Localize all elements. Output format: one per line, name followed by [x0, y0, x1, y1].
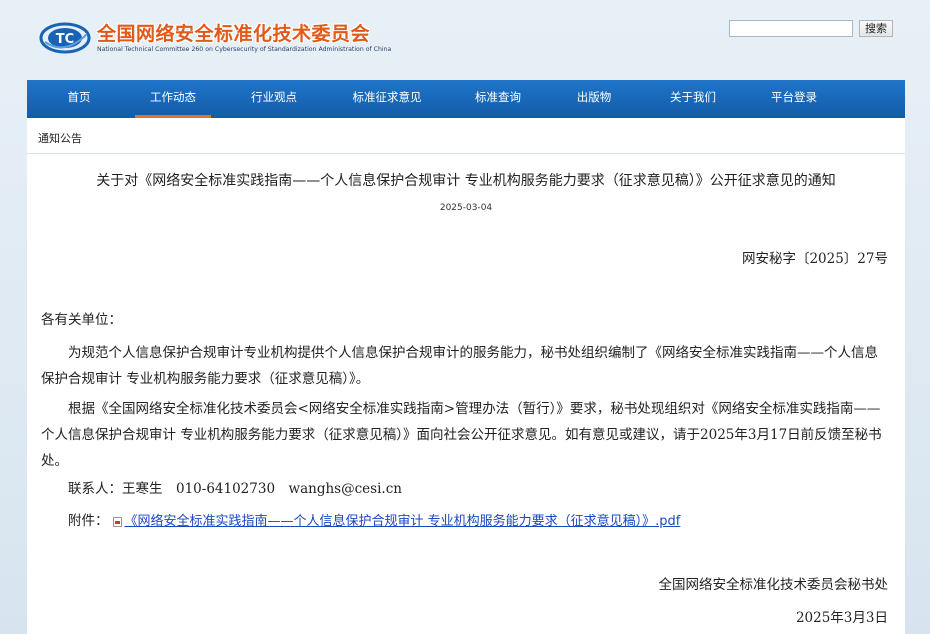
document-number: 网安秘字〔2025〕27号	[741, 251, 888, 267]
attachment-label: 附件：	[68, 513, 109, 529]
nav-item-platform-login[interactable]: 平台登录	[770, 80, 818, 118]
paragraph-2: 根据《全国网络安全标准化技术委员会<网络安全标准实践指南>管理办法（暂行）》要求…	[41, 401, 882, 469]
attachment-link[interactable]: 《网络安全标准实践指南——个人信息保护合规审计 专业机构服务能力要求（征求意见稿…	[125, 514, 681, 529]
search-button[interactable]: 搜索	[859, 20, 893, 37]
site-logo[interactable]: TC 全国网络安全标准化技术委员会 National Technical Com…	[39, 18, 391, 58]
contact-info: 联系人：王寒生 010-64102730 wanghs@cesi.cn	[68, 481, 402, 497]
main-nav: 首页 工作动态 行业观点 标准征求意见 标准查询 出版物 关于我们 平台登录	[27, 80, 905, 118]
logo-title: 全国网络安全标准化技术委员会	[97, 22, 371, 45]
nav-item-standard-query[interactable]: 标准查询	[474, 80, 522, 118]
article-date: 2025-03-04	[439, 203, 493, 213]
nav-item-about-us[interactable]: 关于我们	[669, 80, 717, 118]
article-title: 关于对《网络安全标准实践指南——个人信息保护合规审计 专业机构服务能力要求（征求…	[96, 173, 836, 189]
breadcrumb-current[interactable]: 通知公告	[38, 130, 82, 146]
svg-text:TC: TC	[56, 32, 74, 47]
logo-subtitle: National Technical Committee 260 on Cybe…	[97, 45, 392, 53]
nav-item-standard-comments[interactable]: 标准征求意见	[351, 80, 423, 118]
breadcrumb: 通知公告	[27, 118, 905, 154]
nav-item-industry-views[interactable]: 行业观点	[250, 80, 298, 118]
signature-date: 2025年3月3日	[795, 610, 888, 626]
search-input[interactable]	[729, 20, 853, 37]
nav-item-work-news[interactable]: 工作动态	[135, 80, 211, 118]
main-content: 通知公告 关于对《网络安全标准实践指南——个人信息保护合规审计 专业机构服务能力…	[27, 118, 905, 634]
nav-item-home[interactable]: 首页	[67, 80, 91, 118]
paragraph-1: 为规范个人信息保护合规审计专业机构提供个人信息保护合规审计的服务能力，秘书处组织…	[41, 345, 878, 387]
site-header: TC 全国网络安全标准化技术委员会 National Technical Com…	[27, 0, 905, 80]
nav-item-publications[interactable]: 出版物	[576, 80, 612, 118]
signature-org: 全国网络安全标准化技术委员会秘书处	[658, 577, 889, 593]
tc-logo-icon: TC	[39, 22, 91, 54]
attachment-row: 附件： 《网络安全标准实践指南——个人信息保护合规审计 专业机构服务能力要求（征求…	[41, 508, 887, 535]
page: TC 全国网络安全标准化技术委员会 National Technical Com…	[27, 0, 905, 634]
pdf-file-icon	[112, 516, 122, 527]
salutation: 各有关单位：	[41, 312, 122, 328]
search-bar: 搜索	[729, 20, 893, 37]
